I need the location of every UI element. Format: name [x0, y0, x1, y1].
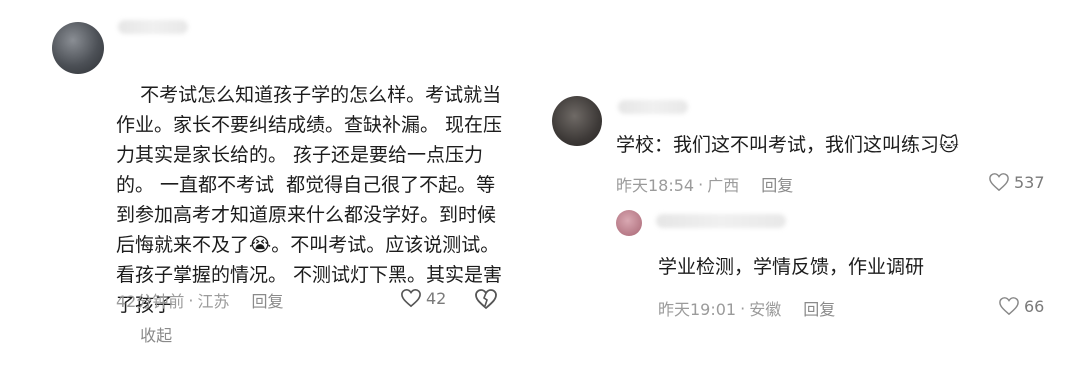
reply-button[interactable]: 回复	[761, 172, 793, 196]
right-comment-panel: 学校：我们这不叫考试，我们这叫练习🐱 昨天18:54 · 广西 回复 537 学…	[530, 0, 1080, 349]
reply-meta: 昨天19:01 · 安徽 回复	[658, 296, 835, 320]
comment-text: 学校：我们这不叫考试，我们这叫练习🐱	[616, 130, 1080, 160]
avatar[interactable]	[552, 96, 602, 146]
comment-location: 江苏	[197, 292, 230, 311]
comment-time: 昨天18:54	[616, 176, 695, 195]
collapse-link[interactable]: 收起	[140, 326, 172, 345]
left-comment-panel: 不考试怎么知道孩子学的怎么样。考试就当作业。家长不要纠结成绩。查缺补漏。 现在压…	[0, 0, 520, 349]
heart-icon	[989, 173, 1009, 192]
blurred-username[interactable]	[618, 100, 688, 114]
meta-separator: ·	[698, 174, 704, 194]
reply-button[interactable]: 回复	[251, 288, 283, 312]
reply-button[interactable]: 回复	[803, 296, 835, 320]
like-button[interactable]: 42	[400, 288, 446, 308]
comment-meta: 42分钟前 · 江苏 回复	[116, 288, 284, 312]
comment-body: 不考试怎么知道孩子学的怎么样。考试就当作业。家长不要纠结成绩。查缺补漏。 现在压…	[116, 84, 503, 316]
meta-separator: ·	[188, 290, 194, 310]
comment-location: 广西	[707, 176, 740, 195]
like-count: 42	[426, 288, 447, 308]
comment-body: 学校：我们这不叫考试，我们这叫练习🐱	[616, 134, 959, 156]
heart-icon	[999, 297, 1019, 316]
reply-text: 学业检测，学情反馈，作业调研	[658, 252, 924, 282]
dislike-button[interactable]	[474, 288, 498, 314]
like-count: 66	[1024, 296, 1045, 316]
reply-location: 安徽	[749, 300, 782, 319]
blurred-username[interactable]	[118, 20, 188, 34]
heart-icon	[401, 288, 421, 308]
dislike-heart-icon	[475, 289, 497, 310]
like-button[interactable]: 537	[988, 172, 1045, 192]
reply-time: 昨天19:01	[658, 300, 737, 319]
meta-separator: ·	[740, 298, 746, 318]
like-count: 537	[1014, 172, 1045, 192]
avatar[interactable]	[52, 22, 104, 74]
avatar[interactable]	[616, 210, 642, 236]
comment-time: 42分钟前	[116, 292, 185, 311]
like-button[interactable]: 66	[998, 296, 1044, 316]
comment-text: 不考试怎么知道孩子学的怎么样。考试就当作业。家长不要纠结成绩。查缺补漏。 现在压…	[116, 50, 506, 381]
blurred-username[interactable]	[656, 214, 786, 228]
comment-meta: 昨天18:54 · 广西 回复	[616, 172, 793, 196]
reply-body: 学业检测，学情反馈，作业调研	[658, 256, 925, 278]
